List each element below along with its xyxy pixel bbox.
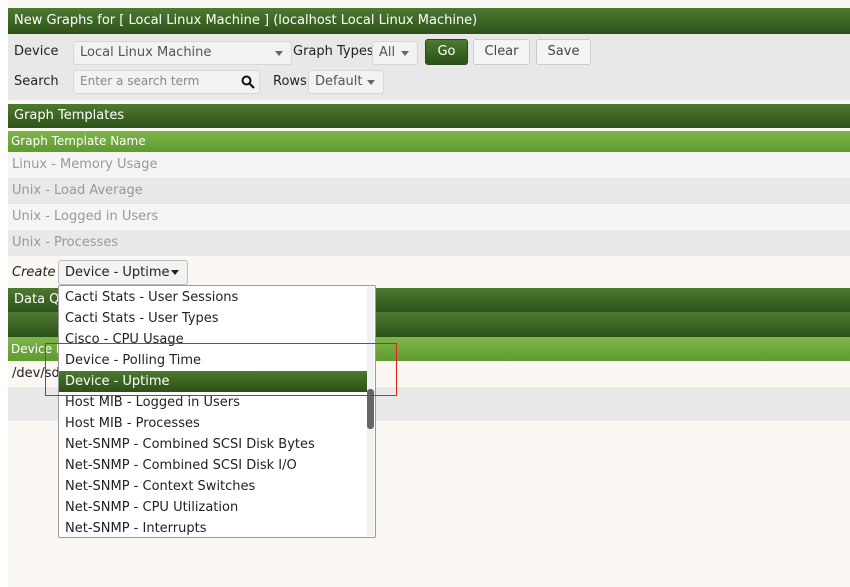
chevron-down-icon [367,80,375,85]
chevron-down-icon [171,270,179,275]
create-row: Create Device - Uptime [8,256,850,288]
search-input[interactable]: Enter a search term [73,70,260,94]
annotation-highlight-box [45,343,397,396]
clear-button[interactable]: Clear [473,39,530,65]
dropdown-option[interactable]: Net-SNMP - Combined SCSI Disk Bytes [59,434,367,455]
dropdown-option[interactable]: Net-SNMP - Context Switches [59,476,367,497]
dropdown-option[interactable]: Net-SNMP - CPU Utilization [59,497,367,518]
dropdown-option[interactable]: Net-SNMP - Interrupts [59,518,367,537]
page-title: New Graphs for [ Local Linux Machine ] (… [8,8,850,34]
search-icon[interactable] [241,75,255,89]
dropdown-option[interactable]: Cacti Stats - User Sessions [59,287,367,308]
device-label: Device [14,44,59,59]
data-query-header-text: Data Q [14,292,60,307]
device-select[interactable]: Local Linux Machine [73,41,292,65]
create-select-value: Device - Uptime [65,265,170,280]
chevron-down-icon [275,51,283,56]
search-placeholder: Enter a search term [80,74,200,88]
go-button[interactable]: Go [425,39,468,65]
graph-types-label: Graph Types [293,44,374,59]
page-left-edge [0,0,8,587]
dropdown-option[interactable]: Net-SNMP - Combined SCSI Disk I/O [59,455,367,476]
graph-template-name-column[interactable]: Graph Template Name [8,131,850,152]
create-graph-select[interactable]: Device - Uptime [58,260,188,285]
template-row[interactable]: Unix - Load Average [8,178,850,204]
search-label: Search [14,74,59,89]
template-row[interactable]: Linux - Memory Usage [8,152,850,178]
template-row[interactable]: Unix - Logged in Users [8,204,850,230]
save-button[interactable]: Save [536,39,591,65]
rows-label: Rows [273,74,307,89]
dropdown-option[interactable]: Cacti Stats - User Types [59,308,367,329]
graph-types-select[interactable]: All [372,41,418,65]
graph-types-value: All [379,45,396,60]
graph-templates-header: Graph Templates [8,104,850,128]
create-graph-dropdown-list[interactable]: Cacti Stats - User Sessions Cacti Stats … [58,285,376,538]
rows-select[interactable]: Default [308,70,384,94]
device-select-value: Local Linux Machine [80,45,212,60]
dropdown-option[interactable]: Host MIB - Processes [59,413,367,434]
template-row[interactable]: Unix - Processes [8,230,850,256]
rows-select-value: Default [315,74,363,89]
create-label: Create [12,265,56,280]
chevron-down-icon [401,51,409,56]
